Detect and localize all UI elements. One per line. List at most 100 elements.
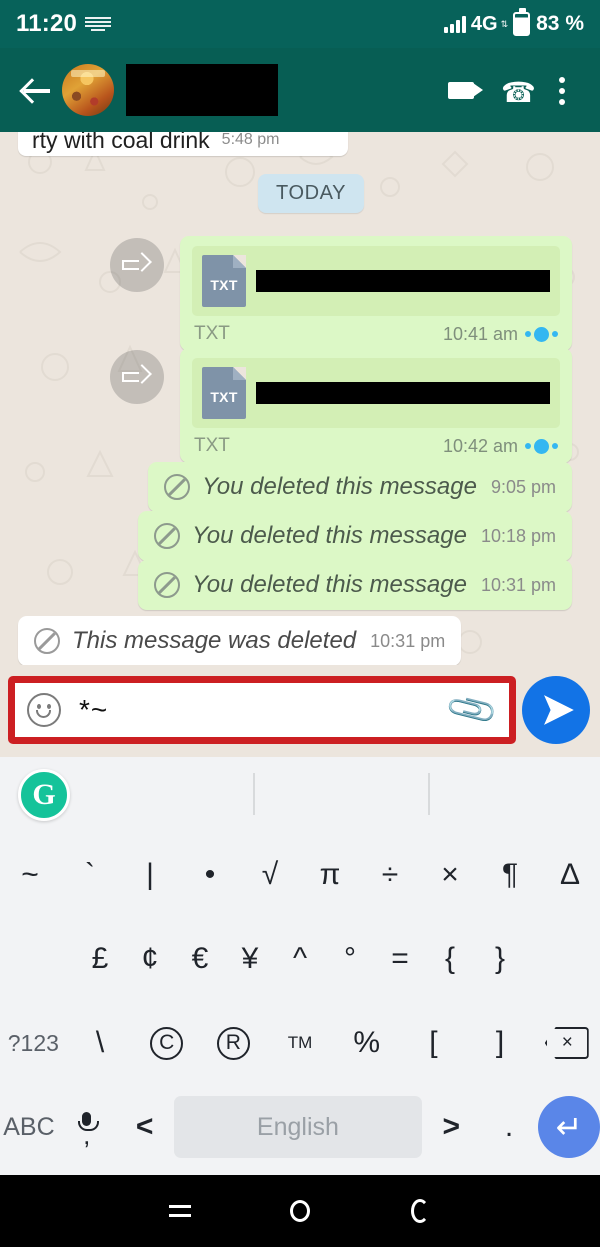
document-preview[interactable]: TXT	[192, 246, 560, 316]
send-button[interactable]	[522, 676, 590, 744]
send-icon	[544, 695, 574, 725]
suggestion-divider	[253, 773, 255, 815]
key-backtick[interactable]: `	[60, 858, 120, 892]
key-bracket-close[interactable]: ]	[467, 1026, 534, 1060]
document-name-redacted	[256, 270, 550, 292]
video-call-icon[interactable]	[444, 68, 488, 112]
key-bullet[interactable]: •	[180, 858, 240, 892]
key-sqrt[interactable]: √	[240, 858, 300, 892]
txt-file-label: TXT	[210, 389, 238, 405]
suggestion-bar[interactable]: G	[0, 757, 600, 833]
backspace-icon[interactable]: ×	[533, 1027, 600, 1059]
keyboard-row-1[interactable]: ~ ` | • √ π ÷ × ¶ Δ	[0, 833, 600, 917]
key-copyright[interactable]: C	[133, 1026, 200, 1060]
key-pilcrow[interactable]: ¶	[480, 858, 540, 892]
recents-icon[interactable]	[120, 1203, 240, 1219]
suggestion-divider	[428, 773, 430, 815]
message-time: 10:41 am	[442, 323, 518, 344]
key-registered[interactable]: R	[200, 1026, 267, 1060]
message-input-highlight: *~ 📎	[8, 676, 516, 744]
avatar[interactable]	[62, 64, 114, 116]
key-trademark[interactable]: TM	[267, 1033, 334, 1053]
key-period[interactable]: .	[480, 1110, 538, 1144]
key-pound[interactable]: £	[75, 942, 125, 976]
forward-arrow-icon[interactable]	[110, 238, 164, 292]
key-backslash[interactable]: \	[67, 1026, 134, 1060]
enter-icon: ↵	[537, 1096, 600, 1158]
key-percent[interactable]: %	[333, 1026, 400, 1060]
key-pi[interactable]: π	[300, 858, 360, 892]
key-caret[interactable]: ^	[275, 942, 325, 976]
status-time: 11:20	[16, 10, 78, 37]
key-delta[interactable]: Δ	[540, 858, 600, 892]
registered-icon: R	[216, 1026, 250, 1060]
message-bubble-partial[interactable]: rty with coal drink 5:48 pm	[18, 132, 348, 156]
key-equals[interactable]: =	[375, 942, 425, 976]
key-divide[interactable]: ÷	[360, 858, 420, 892]
message-time: 10:31 pm	[480, 574, 556, 595]
message-bubble-document[interactable]: TXT TXT 10:41 am	[180, 236, 572, 351]
blocked-icon	[154, 572, 181, 598]
on-screen-keyboard[interactable]: G ~ ` | • √ π ÷ × ¶ Δ £ ¢ € ¥ ^ ° = { }	[0, 757, 600, 1175]
system-nav-bar[interactable]	[0, 1175, 600, 1247]
overflow-menu-icon[interactable]	[540, 68, 584, 112]
message-bubble-deleted[interactable]: You deleted this message 9:05 pm	[148, 462, 572, 512]
keyboard-row-4[interactable]: ABC , < English > . ↵	[0, 1085, 600, 1169]
grammarly-icon[interactable]: G	[18, 769, 70, 821]
key-brace-open[interactable]: {	[425, 942, 475, 976]
key-degree[interactable]: °	[325, 942, 375, 976]
key-yen[interactable]: ¥	[225, 942, 275, 976]
read-receipt-icon	[525, 326, 558, 342]
status-bar-left: 11:20	[16, 10, 112, 38]
keyboard-row-3[interactable]: ?123 \ C R TM % [ ] ×	[0, 1001, 600, 1085]
back-arrow-icon[interactable]	[16, 70, 56, 110]
message-text: You deleted this message	[192, 571, 467, 598]
txt-file-icon: TXT	[202, 367, 246, 419]
key-space[interactable]: English	[173, 1096, 423, 1158]
key-enter[interactable]: ↵	[537, 1096, 600, 1158]
emoji-icon[interactable]	[27, 693, 61, 727]
message-text: rty with coal drink	[32, 132, 210, 153]
message-time: 5:48 pm	[221, 132, 280, 148]
key-brace-close[interactable]: }	[475, 942, 525, 976]
key-tilde[interactable]: ~	[0, 858, 60, 892]
chat-message-list[interactable]: rty with coal drink 5:48 pm TODAY TXT TX…	[0, 132, 600, 665]
back-nav-icon[interactable]	[360, 1199, 480, 1223]
keyboard-row-2[interactable]: £ ¢ € ¥ ^ ° = { }	[0, 917, 600, 1001]
message-bubble-document[interactable]: TXT TXT 10:42 am	[180, 348, 572, 463]
document-preview[interactable]: TXT	[192, 358, 560, 428]
document-meta: TXT 10:41 am	[192, 323, 560, 345]
contact-name-redacted[interactable]	[126, 64, 278, 116]
home-icon[interactable]	[240, 1200, 360, 1222]
key-comma-mic[interactable]: ,	[58, 1112, 116, 1148]
forward-arrow-icon[interactable]	[110, 350, 164, 404]
message-bubble-deleted[interactable]: You deleted this message 10:31 pm	[138, 560, 572, 610]
document-type: TXT	[194, 323, 230, 344]
day-divider: TODAY	[258, 174, 365, 213]
message-time: 10:18 pm	[480, 525, 556, 546]
key-less-than[interactable]: <	[116, 1110, 174, 1144]
key-euro[interactable]: €	[175, 942, 225, 976]
microphone-icon	[78, 1112, 100, 1131]
document-name-redacted	[256, 382, 550, 404]
document-meta: TXT 10:42 am	[192, 435, 560, 457]
phone-call-icon[interactable]: ☎	[492, 68, 536, 112]
battery-percent: 83 %	[536, 12, 584, 35]
key-abc[interactable]: ABC	[0, 1113, 58, 1142]
paperclip-icon[interactable]: 📎	[443, 681, 501, 738]
message-input-value[interactable]: *~	[79, 694, 451, 726]
signal-bars-icon	[443, 15, 466, 33]
txt-file-label: TXT	[210, 277, 238, 293]
message-input-field[interactable]: *~ 📎	[15, 681, 509, 738]
message-bubble-deleted-incoming[interactable]: This message was deleted 10:31 pm	[18, 616, 462, 665]
key-bracket-open[interactable]: [	[400, 1026, 467, 1060]
message-bubble-deleted[interactable]: You deleted this message 10:18 pm	[138, 511, 572, 561]
key-cent[interactable]: ¢	[125, 942, 175, 976]
copyright-icon: C	[150, 1026, 184, 1060]
txt-file-icon: TXT	[202, 255, 246, 307]
key-symbols-123[interactable]: ?123	[0, 1030, 67, 1057]
key-greater-than[interactable]: >	[422, 1110, 480, 1144]
key-pipe[interactable]: |	[120, 858, 180, 892]
network-type: 4G	[470, 12, 498, 35]
key-multiply[interactable]: ×	[420, 858, 480, 892]
